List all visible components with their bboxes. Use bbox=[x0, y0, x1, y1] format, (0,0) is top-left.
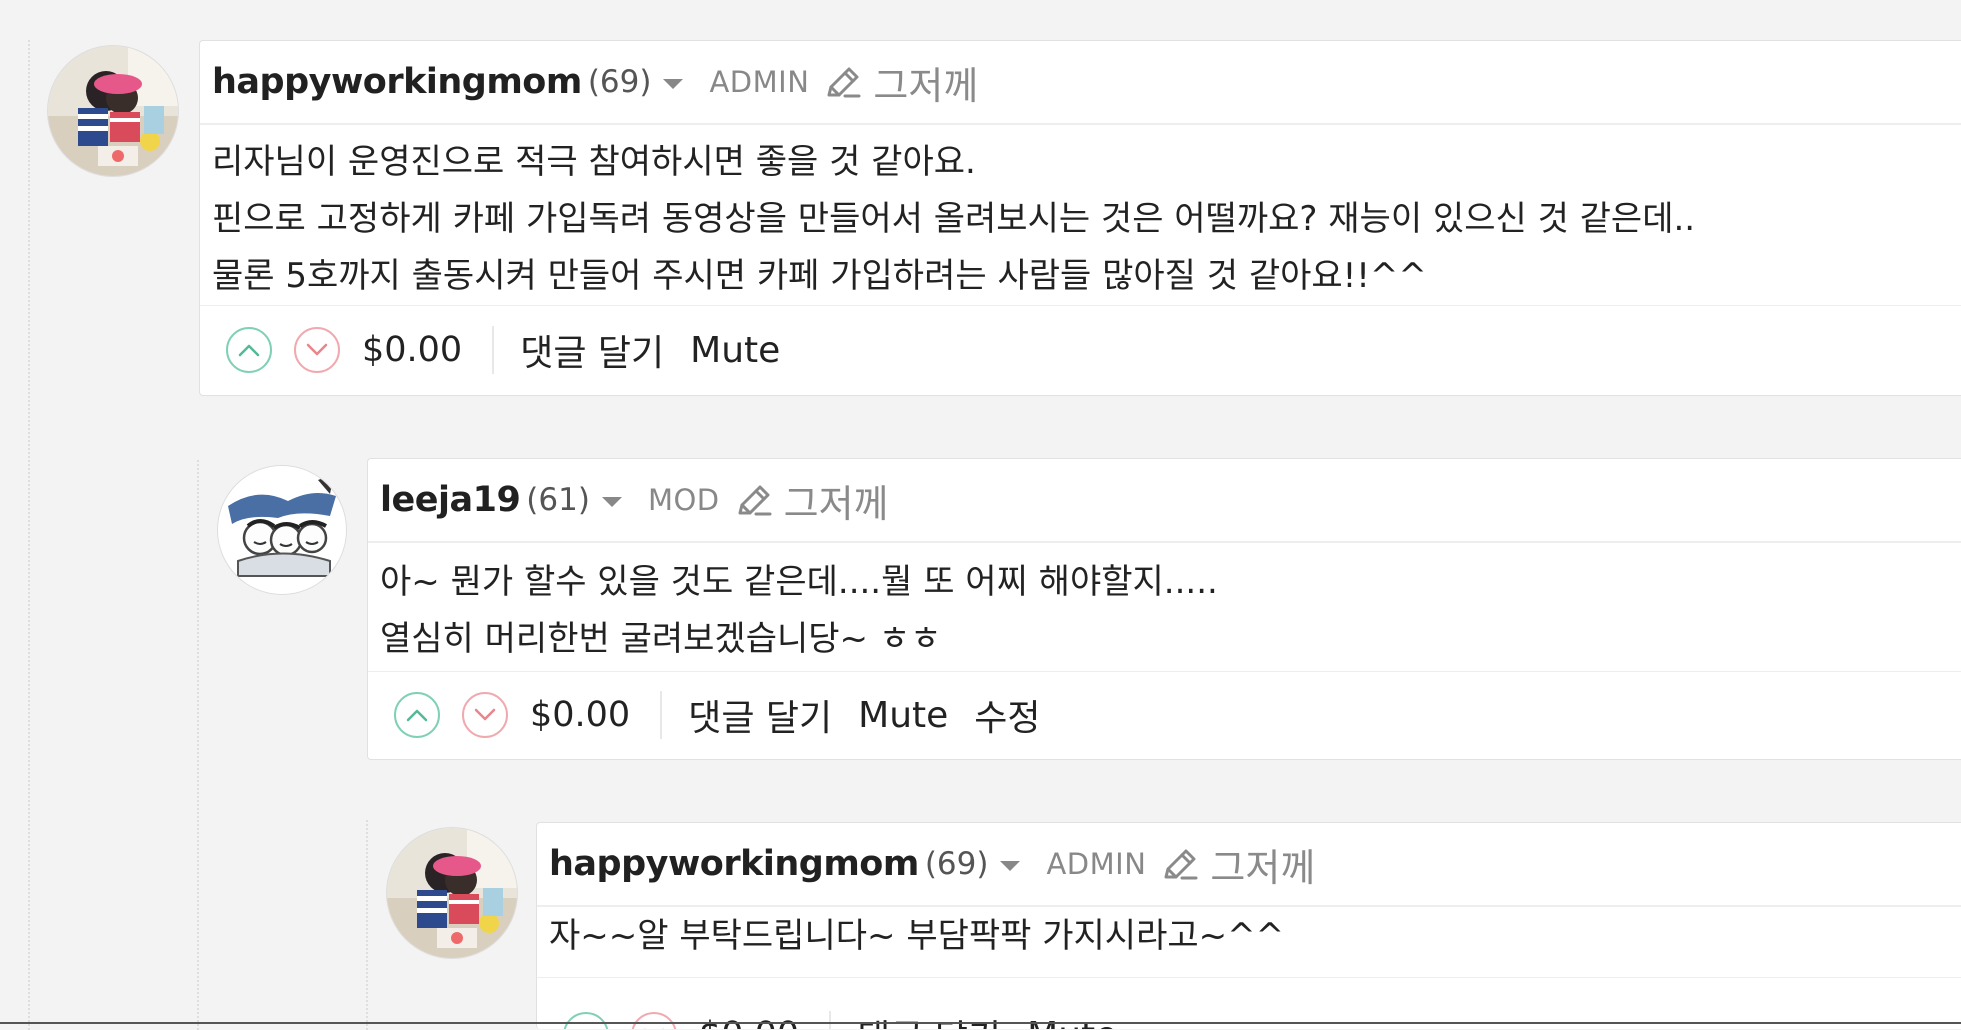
chevron-up-icon bbox=[406, 709, 428, 722]
payout-value[interactable]: $0.00 bbox=[530, 695, 630, 735]
author-name[interactable]: leeja19 bbox=[380, 480, 521, 520]
comment-header: happyworkingmom (69) ADMIN 그저께 bbox=[200, 41, 1961, 125]
chevron-down-icon bbox=[474, 708, 496, 721]
comment-card: happyworkingmom (69) ADMIN 그저께 자~~알 부탁드립… bbox=[536, 822, 1961, 1029]
comment-header: leeja19 (61) MOD 그저께 bbox=[368, 459, 1961, 543]
comment-line: 물론 5호까지 출동시켜 만들어 주시면 카페 가입하려는 사람들 많아질 것 … bbox=[212, 256, 1427, 296]
comment-card: leeja19 (61) MOD 그저께 아~ 뭔가 할수 있을 것도 같은데.… bbox=[367, 458, 1961, 760]
comment-line: 열심히 머리한번 굴려보겠습니당~ ㅎㅎ bbox=[380, 619, 942, 659]
downvote-button[interactable] bbox=[462, 692, 508, 738]
pencil-icon bbox=[1162, 847, 1200, 881]
avatar[interactable] bbox=[218, 466, 346, 594]
thread-line bbox=[197, 460, 199, 1030]
author-name[interactable]: happyworkingmom bbox=[549, 844, 919, 884]
upvote-button[interactable] bbox=[563, 1012, 609, 1029]
pencil-icon bbox=[825, 65, 863, 99]
comment-body: 아~ 뭔가 할수 있을 것도 같은데....뭘 또 어찌 해야할지..... 열… bbox=[380, 554, 1952, 668]
avatar-photo bbox=[48, 46, 178, 176]
mute-button[interactable]: Mute bbox=[690, 330, 780, 371]
downvote-button[interactable] bbox=[294, 327, 340, 373]
role-badge: ADMIN bbox=[709, 65, 810, 99]
upvote-button[interactable] bbox=[394, 692, 440, 738]
comment-body: 리자님이 운영진으로 적극 참여하시면 좋을 것 같아요. 핀으로 고정하게 카… bbox=[212, 134, 1952, 305]
payout-value[interactable]: $0.00 bbox=[362, 330, 462, 370]
footer-separator bbox=[660, 691, 663, 739]
author-reputation: (69) bbox=[587, 64, 652, 100]
comment-footer: $0.00 댓글 달기 Mute bbox=[226, 306, 806, 394]
upvote-button[interactable] bbox=[226, 327, 272, 373]
chevron-up-icon bbox=[574, 1027, 598, 1029]
comment-card: happyworkingmom (69) ADMIN 그저께 리자님이 운영진으… bbox=[199, 40, 1961, 396]
avatar[interactable] bbox=[387, 828, 517, 958]
footer-separator bbox=[492, 326, 495, 374]
reply-button[interactable]: 댓글 달기 bbox=[520, 324, 664, 376]
pencil-icon bbox=[736, 483, 774, 517]
timestamp[interactable]: 그저께 bbox=[1210, 837, 1315, 892]
avatar-photo bbox=[218, 466, 346, 594]
comment-line: 자~~알 부탁드립니다~ 부담팍팍 가지시라고~^^ bbox=[549, 916, 1285, 956]
timestamp[interactable]: 그저께 bbox=[784, 473, 889, 528]
role-badge: MOD bbox=[647, 483, 720, 517]
author-reputation: (69) bbox=[924, 846, 989, 882]
thread-line bbox=[366, 820, 368, 1030]
chevron-down-icon bbox=[644, 1028, 664, 1029]
author-reputation: (61) bbox=[526, 482, 590, 518]
role-badge: ADMIN bbox=[1046, 847, 1147, 881]
author-name[interactable]: happyworkingmom bbox=[212, 62, 582, 102]
footer-separator bbox=[829, 1011, 832, 1029]
reply-button[interactable]: 댓글 달기 bbox=[857, 1009, 1001, 1029]
comment-line: 아~ 뭔가 할수 있을 것도 같은데....뭘 또 어찌 해야할지..... bbox=[380, 562, 1218, 602]
caret-down-icon[interactable] bbox=[663, 79, 684, 89]
thread-line bbox=[28, 40, 30, 1030]
timestamp[interactable]: 그저께 bbox=[873, 55, 978, 110]
comment-line: 리자님이 운영진으로 적극 참여하시면 좋을 것 같아요. bbox=[212, 142, 976, 182]
avatar-photo bbox=[387, 828, 517, 958]
comment-header: happyworkingmom (69) ADMIN 그저께 bbox=[537, 823, 1961, 907]
avatar[interactable] bbox=[48, 46, 178, 176]
chevron-down-icon bbox=[306, 343, 328, 356]
reply-button[interactable]: 댓글 달기 bbox=[688, 689, 832, 741]
mute-button[interactable]: Mute bbox=[858, 695, 948, 736]
caret-down-icon[interactable] bbox=[601, 497, 622, 507]
caret-down-icon[interactable] bbox=[1000, 861, 1021, 871]
comment-footer: $0.00 댓글 달기 Mute 수정 bbox=[394, 672, 1067, 758]
viewport-edge bbox=[0, 1022, 1961, 1024]
edit-button[interactable]: 수정 bbox=[974, 689, 1040, 741]
footer-divider bbox=[537, 977, 1961, 978]
comment-line: 핀으로 고정하게 카페 가입독려 동영상을 만들어서 올려보시는 것은 어떨까요… bbox=[212, 199, 1696, 239]
chevron-up-icon bbox=[238, 344, 260, 357]
downvote-button[interactable] bbox=[631, 1012, 677, 1029]
comment-body: 자~~알 부탁드립니다~ 부담팍팍 가지시라고~^^ bbox=[549, 908, 1952, 965]
